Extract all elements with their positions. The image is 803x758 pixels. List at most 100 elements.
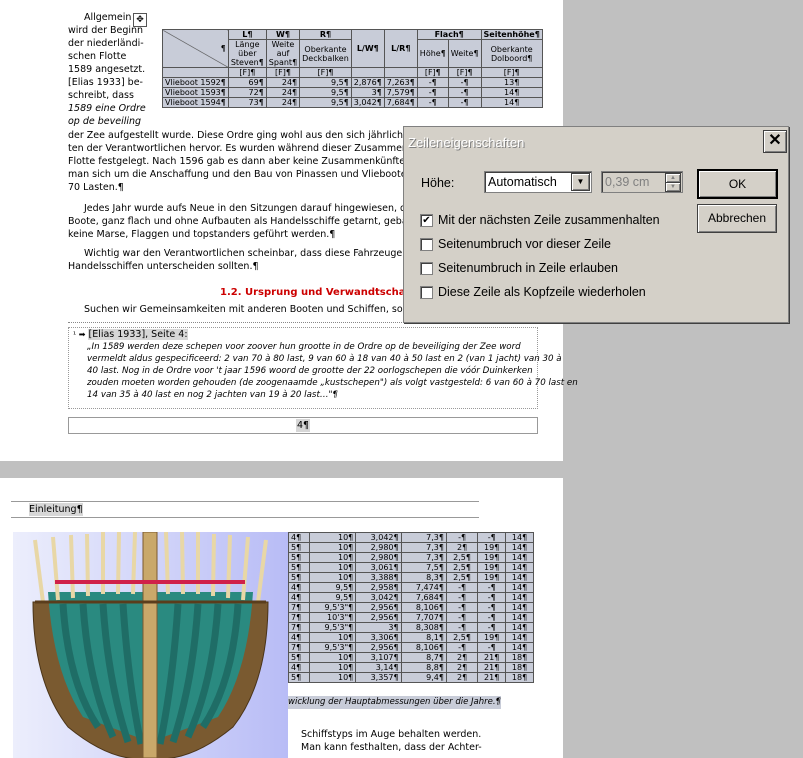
table-cell[interactable]: 10¶ (308, 662, 357, 673)
table-cell[interactable]: 19¶ (477, 572, 507, 583)
footnote-box[interactable]: ¹ ➡ [Elias 1933], Seite 4: „In 1589 werd… (68, 327, 578, 409)
table-cell[interactable]: 2¶ (445, 542, 479, 553)
table-cell[interactable]: 19¶ (477, 552, 507, 563)
table-cell[interactable]: 3,357¶ (355, 672, 402, 683)
table-cell[interactable]: 10¶ (308, 562, 357, 573)
table-cell[interactable]: 7,3¶ (400, 532, 447, 543)
table-cell[interactable]: 14¶ (505, 602, 534, 613)
header-flach[interactable]: Flach¶ (416, 29, 482, 40)
table-cell[interactable]: 18¶ (505, 672, 534, 683)
table-cell[interactable]: 7¶ (288, 642, 310, 653)
table-cell[interactable]: 72¶ (227, 87, 267, 98)
table-cell[interactable]: 7,579¶ (383, 87, 418, 98)
table-cell[interactable]: 21¶ (477, 652, 507, 663)
table-cell[interactable]: 8,7¶ (400, 652, 447, 663)
table-cell[interactable]: 2,5¶ (445, 562, 479, 573)
table-cell[interactable]: 3,306¶ (355, 632, 402, 643)
table-cell[interactable]: 9,5¶ (299, 87, 352, 98)
table-cell[interactable]: -¶ (447, 87, 482, 98)
table-row[interactable]: 7¶ 9,5'3"¶ 3¶ 8,308¶ -¶ -¶ 14¶ (288, 622, 534, 633)
table-cell[interactable]: 10¶ (308, 672, 357, 683)
table-cell[interactable]: 14¶ (505, 592, 534, 603)
keep-with-next-checkbox[interactable]: ✔ (420, 214, 433, 227)
allow-break-checkbox[interactable] (420, 262, 433, 275)
table-cell[interactable]: -¶ (477, 612, 507, 623)
header-R[interactable]: R¶ (299, 29, 352, 40)
repeat-header-label[interactable]: Diese Zeile als Kopfzeile wiederholen (438, 285, 646, 299)
table-cell[interactable]: 14¶ (505, 642, 534, 653)
table-cell[interactable]: 7,684¶ (400, 592, 447, 603)
table-row[interactable]: 4¶ 10¶ 3,14¶ 8,8¶ 2¶ 21¶ 18¶ (288, 662, 534, 673)
unit-cell[interactable]: [F]¶ (227, 67, 267, 78)
table-cell[interactable]: 9,5¶ (308, 582, 357, 593)
table-cell[interactable]: 14¶ (505, 622, 534, 633)
row-properties-dialog[interactable]: Zeileneigenschaften ✕ Höhe: Automatisch … (403, 126, 789, 323)
header-lw[interactable]: L/W¶ (350, 29, 385, 68)
table-cell[interactable]: 2,980¶ (355, 542, 402, 553)
table-cell[interactable]: 3¶ (350, 87, 385, 98)
unit-cell[interactable]: [F]¶ (480, 67, 543, 78)
table-cell[interactable]: 14¶ (480, 97, 543, 108)
table-cell[interactable]: 5¶ (288, 652, 310, 663)
table-cell[interactable]: Vlieboot 1592¶ (162, 77, 229, 88)
table-cell[interactable]: 14¶ (505, 632, 534, 643)
table-cell[interactable]: 9,4¶ (400, 672, 447, 683)
table-cell[interactable]: 7,5¶ (400, 562, 447, 573)
unit-cell[interactable]: [F]¶ (265, 67, 301, 78)
unit-empty[interactable] (383, 67, 418, 78)
table-cell[interactable]: 2,956¶ (355, 612, 402, 623)
table-cell[interactable]: 4¶ (288, 532, 310, 543)
table-cell[interactable]: 2¶ (445, 672, 479, 683)
unit-cell[interactable]: [F]¶ (447, 67, 482, 78)
dimensions-table-continued[interactable]: 4¶ 10¶ 3,042¶ 7,3¶ -¶ -¶ 14¶ 5¶ 10¶ 2,980¶ 7,3¶ 2¶ 1… (288, 532, 534, 683)
table-row[interactable]: 4¶ 10¶ 3,306¶ 8,1¶ 2,5¶ 19¶ 14¶ (288, 632, 534, 643)
table-cell[interactable]: 9,5¶ (308, 592, 357, 603)
close-icon[interactable]: ✕ (763, 130, 787, 153)
sub-header-weite2[interactable]: Weite¶ (447, 39, 482, 68)
ship-hull-image[interactable] (13, 532, 288, 758)
table-cell[interactable]: 2,956¶ (355, 642, 402, 653)
keep-with-next-label[interactable]: Mit der nächsten Zeile zusammenhalten (438, 213, 660, 227)
table-cell[interactable]: 2,876¶ (350, 77, 385, 88)
table-cell[interactable]: 2,980¶ (355, 552, 402, 563)
table-cell[interactable]: 9,5'3"¶ (308, 602, 357, 613)
page-break-before-label[interactable]: Seitenumbruch vor dieser Zeile (438, 237, 611, 251)
table-row[interactable]: 5¶ 10¶ 2,980¶ 7,3¶ 2¶ 19¶ 14¶ (288, 542, 534, 553)
table-cell[interactable]: -¶ (477, 622, 507, 633)
table-cell[interactable]: 3,042¶ (350, 97, 385, 108)
unit-cell[interactable]: [F]¶ (416, 67, 449, 78)
table-row[interactable]: 4¶ 9,5¶ 3,042¶ 7,684¶ -¶ -¶ 14¶ (288, 592, 534, 603)
table-cell[interactable]: 2,958¶ (355, 582, 402, 593)
table-cell[interactable]: 24¶ (265, 77, 301, 88)
header-L[interactable]: L¶ (227, 29, 267, 40)
table-cell[interactable]: 2¶ (445, 662, 479, 673)
height-select[interactable]: Automatisch ▼ (484, 171, 592, 193)
table-cell[interactable]: 5¶ (288, 552, 310, 563)
table-row[interactable]: 5¶ 10¶ 3,061¶ 7,5¶ 2,5¶ 19¶ 14¶ (288, 562, 534, 573)
table-cell[interactable]: 21¶ (477, 662, 507, 673)
table-row[interactable]: Vlieboot 1593¶ 72¶ 24¶ 9,5¶ 3¶ 7,579¶ -¶ -¶ 14¶ (162, 87, 543, 98)
table-cell[interactable]: 4¶ (288, 592, 310, 603)
sub-header-oberkante[interactable]: Oberkante Deckbalken (299, 39, 352, 68)
table-cell[interactable]: 9,5¶ (299, 97, 352, 108)
table-cell[interactable]: 10¶ (308, 552, 357, 563)
table-cell[interactable]: 8,1¶ (400, 632, 447, 643)
page-break-before-checkbox[interactable] (420, 238, 433, 251)
table-cell[interactable]: 14¶ (505, 552, 534, 563)
table-row[interactable]: 5¶ 10¶ 3,357¶ 9,4¶ 2¶ 21¶ 18¶ (288, 672, 534, 683)
table-cell[interactable]: 2¶ (445, 652, 479, 663)
table-cell[interactable]: 7¶ (288, 622, 310, 633)
table-cell[interactable]: -¶ (477, 592, 507, 603)
table-cell[interactable]: 8,3¶ (400, 572, 447, 583)
allow-break-label[interactable]: Seitenumbruch in Zeile erlauben (438, 261, 618, 275)
table-row[interactable]: 7¶ 10'3"¶ 2,956¶ 7,707¶ -¶ -¶ 14¶ (288, 612, 534, 623)
table-row[interactable]: 4¶ 9,5¶ 2,958¶ 7,474¶ -¶ -¶ 14¶ (288, 582, 534, 593)
table-cell[interactable]: 2,5¶ (445, 552, 479, 563)
table-cell[interactable]: 14¶ (505, 582, 534, 593)
table-cell[interactable]: Vlieboot 1594¶ (162, 97, 229, 108)
sub-header-laenge[interactable]: Länge über Steven¶ (227, 39, 267, 68)
table-cell[interactable]: 9,5'3"¶ (308, 622, 357, 633)
table-cell[interactable]: 7¶ (288, 612, 310, 623)
table-cell[interactable]: 4¶ (288, 582, 310, 593)
header-lr[interactable]: L/R¶ (383, 29, 418, 68)
